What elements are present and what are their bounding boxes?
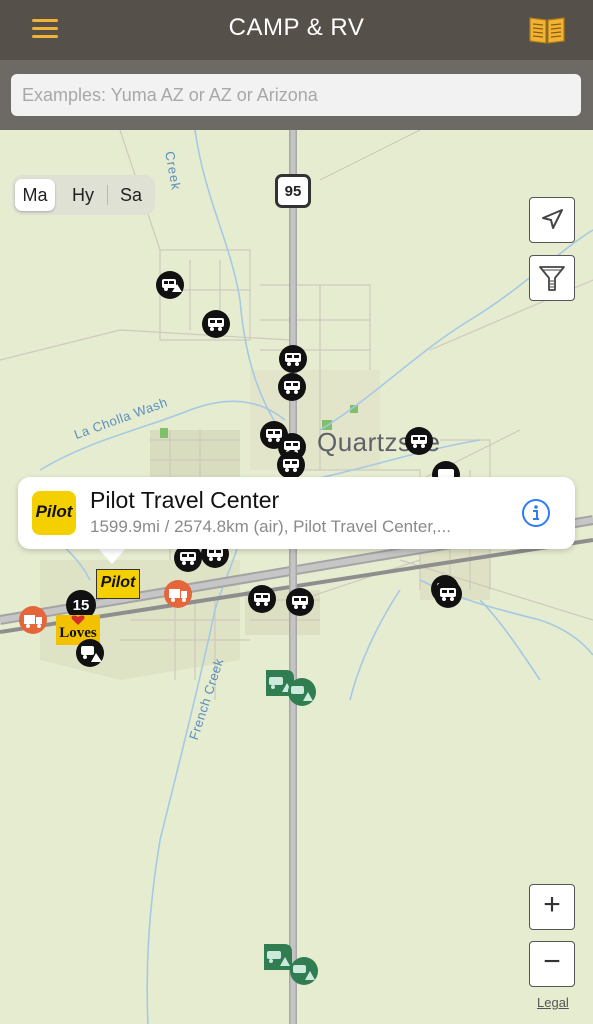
map-view[interactable]: Creek La Cholla Wash French Creek (0, 130, 593, 1024)
rv-park-pin[interactable] (277, 372, 307, 402)
legal-link[interactable]: Legal (537, 995, 569, 1010)
location-arrow-icon (541, 208, 563, 229)
minus-icon: − (543, 945, 561, 978)
pilot-brand-marker[interactable]: Pilot (96, 569, 140, 599)
truck-stop-pin[interactable] (163, 579, 193, 609)
public-camping-pin[interactable] (286, 677, 318, 707)
zoom-out-button[interactable]: − (529, 941, 575, 987)
map-type-segmented-control: Ma Hy Sa (12, 175, 155, 215)
rv-park-pin[interactable] (247, 584, 277, 614)
place-callout[interactable]: Pilot Pilot Travel Center 1599.9mi / 257… (18, 477, 575, 549)
rv-park-pin[interactable] (155, 270, 185, 300)
heart-icon (71, 615, 85, 625)
rv-park-pin[interactable] (285, 587, 315, 617)
place-details: 1599.9mi / 2574.8km (air), Pilot Travel … (90, 517, 451, 536)
truck-stop-pin[interactable] (18, 605, 48, 635)
rv-park-pin[interactable] (278, 344, 308, 374)
app-title: CAMP & RV (228, 14, 365, 41)
rv-park-pin[interactable] (201, 309, 231, 339)
search-input[interactable] (11, 74, 581, 116)
public-camping-pin[interactable] (288, 956, 320, 986)
place-name: Pilot Travel Center (90, 487, 280, 513)
locate-button[interactable] (529, 197, 575, 243)
filter-button[interactable] (529, 255, 575, 301)
filter-funnel-icon (538, 265, 565, 291)
search-bar (0, 60, 593, 130)
book-icon[interactable] (527, 12, 567, 46)
plus-icon: + (543, 888, 561, 921)
map-type-hybrid[interactable]: Hy (63, 179, 103, 211)
zoom-in-button[interactable]: + (529, 884, 575, 930)
map-type-satellite[interactable]: Sa (111, 179, 151, 211)
info-circle-icon[interactable] (521, 498, 551, 528)
rv-park-pin[interactable] (404, 426, 434, 456)
callout-pointer (98, 548, 126, 564)
top-bar: CAMP & RV (0, 0, 593, 60)
route-95-shield: 95 (275, 174, 311, 208)
pilot-logo: Pilot (32, 491, 76, 535)
segment-divider (107, 185, 108, 205)
rv-park-pin[interactable] (433, 579, 463, 609)
rv-park-pin[interactable] (276, 450, 306, 480)
campground-pin[interactable] (75, 638, 105, 668)
map-type-map[interactable]: Ma (15, 179, 55, 211)
